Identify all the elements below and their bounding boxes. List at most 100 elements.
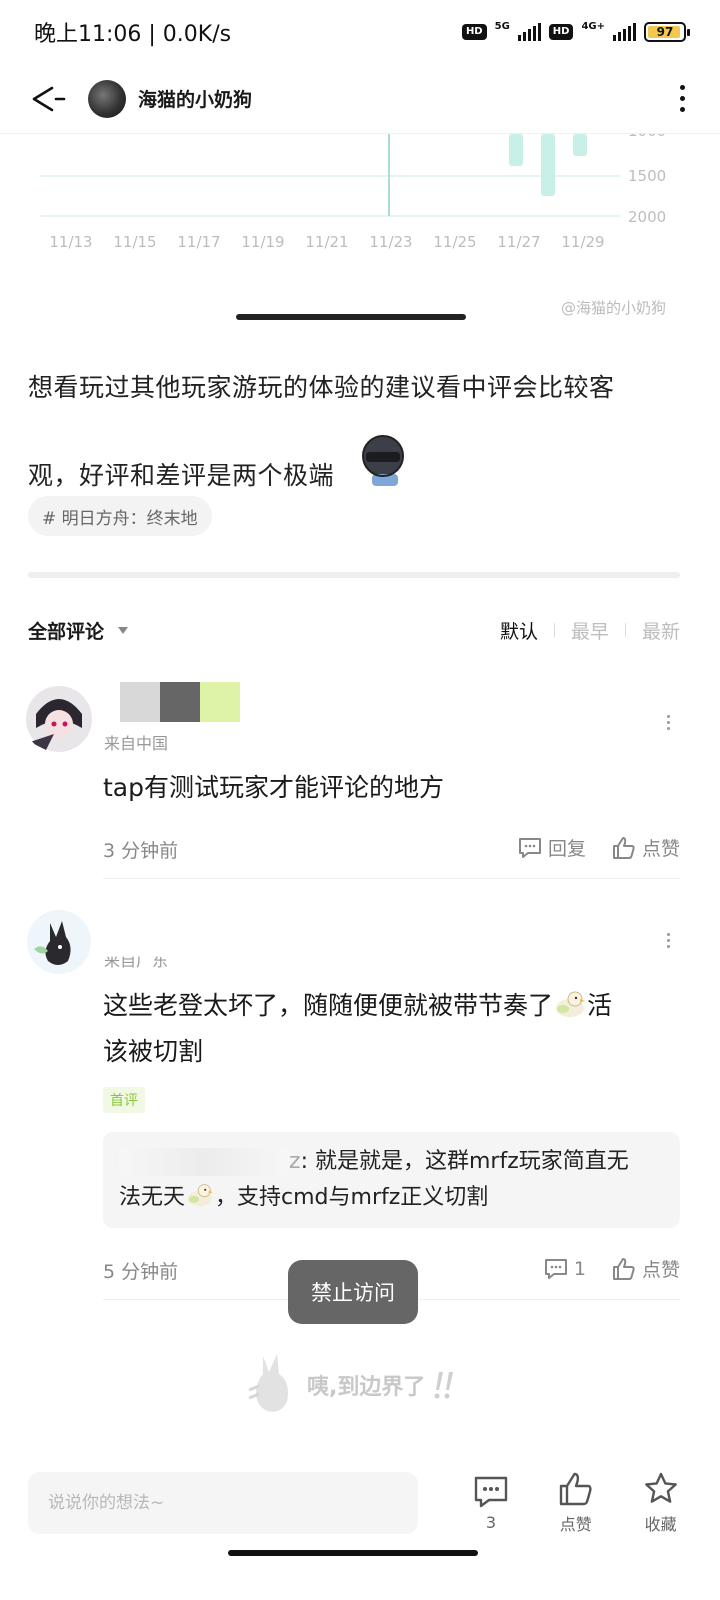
like-post-label: 点赞 — [559, 1515, 592, 1534]
mascot-icon — [248, 1354, 288, 1412]
comment-item: 来自广东 这些老登太坏了，随随便便就被带节奏了 活 该被切割 首评 z: 就是就是… — [0, 905, 720, 1305]
more-dot-icon — [679, 107, 685, 112]
comment-icon — [474, 1476, 508, 1507]
duck-emoji-icon — [187, 1184, 214, 1207]
back-icon — [32, 86, 66, 111]
comments-button[interactable]: 3 — [460, 1475, 523, 1532]
watermark-text: @海猫的小奶狗 — [560, 299, 666, 317]
toast-message: 禁止访问 — [288, 1260, 418, 1324]
sort-default-tab[interactable]: 默认 — [500, 617, 538, 644]
commenter-avatar[interactable] — [24, 684, 94, 754]
favorite-button[interactable]: 收藏 — [629, 1471, 692, 1535]
topic-tag[interactable]: # 明日方舟：终末地 — [28, 496, 212, 536]
comment-text: tap有测试玩家才能评论的地方 — [103, 773, 444, 802]
x-tick-label: 11/19 — [241, 233, 284, 251]
x-tick-label: 11/13 — [49, 233, 92, 251]
redacted-block — [200, 682, 240, 722]
like-button[interactable]: 点赞 — [612, 834, 680, 861]
comment-more-button[interactable] — [667, 933, 670, 948]
like-label: 点赞 — [641, 1259, 680, 1281]
reply-text: ，支持cmd与mrfz正义切割 — [215, 1185, 489, 1210]
post-line: 观，好评和差评是两个极端 — [28, 461, 335, 490]
y-tick-label: 2000 — [628, 208, 666, 226]
more-options-button[interactable] — [672, 85, 692, 112]
post-line: 想看玩过其他玩家游玩的体验的建议看中评会比较客 — [28, 373, 615, 402]
image-scroll-indicator[interactable] — [236, 314, 466, 320]
comment-text-line: 该被切割 — [103, 1037, 204, 1066]
reply-author-fragment: z — [289, 1149, 301, 1174]
sort-separator — [553, 623, 555, 637]
home-indicator[interactable] — [228, 1550, 478, 1556]
author-name[interactable]: 海猫的小奶狗 — [138, 85, 252, 112]
duck-emoji-icon — [556, 991, 586, 1017]
comment-input[interactable] — [28, 1472, 418, 1534]
x-tick-label: 11/25 — [433, 233, 476, 251]
x-tick-label: 11/27 — [497, 233, 540, 251]
image-watermark: @海猫的小奶狗 — [561, 297, 666, 318]
like-post-button[interactable]: 点赞 — [544, 1471, 607, 1535]
comment-location: 来自中国 — [104, 734, 169, 753]
comment-actions: 回复 点赞 — [518, 834, 680, 861]
x-tick-label: 11/15 — [113, 233, 156, 251]
comment-item: 来自中国 tap有测试玩家才能评论的地方 3 分钟前 回复 点赞 — [0, 680, 720, 880]
redacted-block — [120, 682, 160, 722]
chart-bar — [541, 134, 555, 196]
sort-earliest-tab[interactable]: 最早 — [571, 617, 609, 644]
comment-text-line-end: 活 — [587, 991, 613, 1020]
hd-badge: HD — [461, 24, 487, 40]
sort-newest-tab[interactable]: 最新 — [642, 617, 680, 644]
dot-icon — [667, 939, 670, 942]
chevron-down-icon[interactable] — [118, 626, 129, 634]
x-tick-group: 11/13 11/15 11/17 11/19 11/21 11/23 11/25 11/27… — [49, 233, 604, 251]
commenter-name-redacted[interactable] — [120, 682, 240, 722]
comment-divider — [103, 878, 680, 879]
commenter-avatar[interactable] — [24, 907, 94, 977]
more-dot-icon — [679, 96, 685, 101]
more-dot-icon — [679, 85, 685, 90]
end-of-list-text: 咦,到边界了 — [307, 1375, 426, 1400]
redacted-block — [160, 682, 200, 722]
battery-icon: 97 — [644, 22, 690, 42]
all-comments-filter[interactable]: 全部评论 — [28, 617, 104, 644]
comment-time: 3 分钟前 — [103, 840, 179, 862]
comment-time: 5 分钟前 — [103, 1261, 179, 1283]
x-tick-label: 11/17 — [177, 233, 220, 251]
reply-count-button[interactable]: 1 — [544, 1258, 586, 1280]
reply-count: 1 — [573, 1257, 586, 1280]
redacted-reply-author — [119, 1148, 289, 1176]
author-avatar[interactable] — [88, 79, 126, 118]
comments-header: 全部评论 默认 最早 最新 — [28, 610, 680, 650]
signal-icon — [517, 23, 541, 41]
thumbs-up-icon — [612, 1257, 635, 1280]
comment-text: 这些老登太坏了，随随便便就被带节奏了 活 该被切割 — [103, 983, 673, 1075]
bottom-action-bar: 3 点赞 收藏 — [0, 1458, 720, 1548]
y-tick-group: 1000 1500 2000 — [628, 134, 666, 226]
star-icon — [644, 1472, 677, 1503]
favorite-label: 收藏 — [644, 1515, 677, 1534]
comment-icon — [544, 1258, 567, 1279]
activity-chart: 100015002000 11/1311/1511/1711/1911/2111… — [40, 134, 666, 251]
comment-more-button[interactable] — [667, 715, 670, 730]
sort-separator — [624, 623, 626, 637]
end-of-list: 咦,到边界了 — [245, 1350, 457, 1420]
top-nav: 海猫的小奶狗 — [0, 64, 720, 134]
dot-icon — [667, 721, 670, 724]
back-button[interactable] — [28, 79, 68, 119]
battery-level: 97 — [656, 25, 674, 39]
like-label: 点赞 — [641, 838, 680, 860]
status-bar: 晚上11:06 | 0.0K/s HD 5G HD 4G+ 97 — [0, 0, 720, 64]
hd-badge-2: HD — [548, 24, 574, 40]
comment-count: 3 — [485, 1512, 496, 1532]
helmet-sticker-icon — [362, 435, 405, 486]
reply-button[interactable]: 回复 — [518, 834, 586, 861]
sort-options: 默认 最早 最新 — [500, 617, 680, 644]
reply-text: 法无天 — [119, 1185, 186, 1210]
network-type-2: 4G+ — [581, 20, 605, 32]
chart-bar — [573, 134, 587, 156]
status-icons: HD 5G HD 4G+ 97 — [461, 20, 690, 42]
chart-bar — [509, 134, 523, 166]
section-divider — [28, 572, 680, 578]
reply-preview[interactable]: z: 就是就是，这群mrfz玩家简直无 法无天 ，支持cmd与mrfz正义切割 — [103, 1132, 680, 1228]
like-button[interactable]: 点赞 — [612, 1255, 680, 1282]
y-tick-label: 1500 — [628, 167, 666, 185]
